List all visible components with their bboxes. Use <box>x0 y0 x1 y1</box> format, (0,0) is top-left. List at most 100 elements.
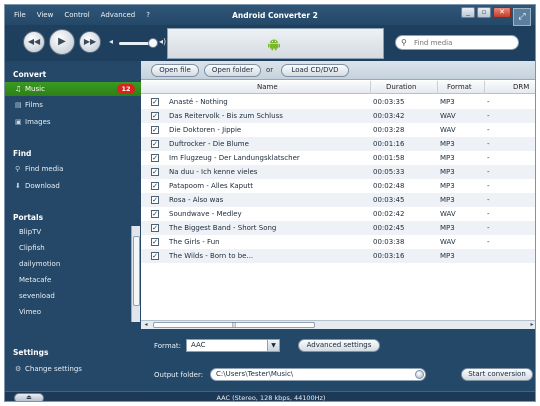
row-checkbox[interactable]: ✓ <box>151 98 159 106</box>
sidebar-item-films[interactable]: ▤ Films <box>5 98 141 112</box>
column-header-format[interactable]: Format <box>447 83 472 91</box>
portal-clipfish[interactable]: Clipfish <box>5 241 141 255</box>
table-row[interactable]: ✓ Im Flugzeug - Der Landungsklatscher 00:0… <box>141 151 535 165</box>
track-name: The Biggest Band - Short Song <box>169 224 277 232</box>
sidebar-section-settings: Settings <box>13 348 49 357</box>
row-checkbox[interactable]: ✓ <box>151 154 159 162</box>
film-icon: ▤ <box>15 101 22 109</box>
download-icon: ⬇ <box>15 182 21 190</box>
preview-screen <box>167 28 384 59</box>
portal-vimeo[interactable]: Vimeo <box>5 305 141 319</box>
row-checkbox[interactable]: ✓ <box>151 168 159 176</box>
advanced-settings-button[interactable]: Advanced settings <box>298 339 380 352</box>
column-header-duration[interactable]: Duration <box>386 83 416 91</box>
open-file-button[interactable]: Open file <box>151 64 199 77</box>
player-bar: ◀◀ ▶ ▶▶ ◂ ◂)) ⚲ <box>5 25 535 61</box>
table-row[interactable]: ✓ The Wilds - Born to be... 00:03:16 MP3 <box>141 249 535 263</box>
find-media-icon: ⚲ <box>15 165 21 173</box>
track-drm: - <box>487 224 490 232</box>
play-button[interactable]: ▶ <box>49 29 75 55</box>
table-row[interactable]: ✓ Soundwave - Medley 00:02:42 WAV - <box>141 207 535 221</box>
row-checkbox[interactable]: ✓ <box>151 182 159 190</box>
row-checkbox[interactable]: ✓ <box>151 112 159 120</box>
column-divider[interactable] <box>370 81 371 94</box>
search-input[interactable] <box>414 37 514 48</box>
output-folder-field[interactable]: C:\Users\Tester\Music\ <box>210 368 426 381</box>
track-drm: - <box>487 154 490 162</box>
sidebar: Convert ♫ Music 12 ▤ Films ▣ Images Find… <box>5 61 141 391</box>
table-row[interactable]: ✓ Das Reitervolk - Bis zum Schluss 00:03:4… <box>141 109 535 123</box>
toolbar-or-text: or <box>266 66 274 74</box>
column-header-name[interactable]: Name <box>257 83 278 91</box>
load-cd-button[interactable]: Load CD/DVD <box>281 64 349 77</box>
table-row[interactable]: ✓ Die Doktoren - Jippie 00:03:28 WAV - <box>141 123 535 137</box>
sidebar-section-find: Find <box>13 149 32 158</box>
row-checkbox[interactable]: ✓ <box>151 140 159 148</box>
row-checkbox[interactable]: ✓ <box>151 210 159 218</box>
row-checkbox[interactable]: ✓ <box>151 238 159 246</box>
track-name: The Girls - Fun <box>169 238 220 246</box>
column-divider[interactable] <box>484 81 485 94</box>
row-checkbox[interactable]: ✓ <box>151 224 159 232</box>
close-button[interactable]: ✕ <box>493 7 511 18</box>
start-conversion-button[interactable]: Start conversion <box>461 368 533 381</box>
track-format: MP3 <box>440 252 455 260</box>
track-format: MP3 <box>440 98 455 106</box>
track-duration: 00:01:58 <box>373 154 405 162</box>
table-row[interactable]: ✓ Patapoom - Alles Kaputt 00:02:48 MP3 - <box>141 179 535 193</box>
restore-button[interactable]: ▫ <box>477 7 491 18</box>
table-row[interactable]: ✓ The Biggest Band - Short Song 00:02:45 MP… <box>141 221 535 235</box>
output-folder-value: C:\Users\Tester\Music\ <box>216 370 294 378</box>
table-row[interactable]: ✓ Anasté - Nothing 00:03:35 MP3 - <box>141 95 535 109</box>
track-format: MP3 <box>440 140 455 148</box>
sidebar-item-change-settings[interactable]: ⚙ Change settings <box>5 362 141 376</box>
row-checkbox[interactable]: ✓ <box>151 252 159 260</box>
table-row[interactable]: ✓ Na duu - Ich kenne vieles 00:05:33 MP3 - <box>141 165 535 179</box>
track-format: MP3 <box>440 196 455 204</box>
table-row[interactable]: ✓ Duftrocker - Die Blume 00:01:16 MP3 - <box>141 137 535 151</box>
browse-folder-icon[interactable] <box>415 370 424 379</box>
portal-dailymotion[interactable]: dailymotion <box>5 257 141 271</box>
settings-icon: ⚙ <box>15 365 22 373</box>
track-duration: 00:03:35 <box>373 98 405 106</box>
track-name: Das Reitervolk - Bis zum Schluss <box>169 112 283 120</box>
column-divider[interactable] <box>437 81 438 94</box>
portals-scrollbar-thumb[interactable] <box>133 236 140 306</box>
minimize-button[interactable]: _ <box>461 7 475 18</box>
portal-bliptv[interactable]: BlipTV <box>5 225 141 239</box>
sidebar-item-images[interactable]: ▣ Images <box>5 115 141 129</box>
open-folder-button[interactable]: Open folder <box>204 64 261 77</box>
track-duration: 00:02:48 <box>373 182 405 190</box>
volume-slider-knob[interactable] <box>148 38 158 48</box>
sidebar-item-label: Films <box>25 101 43 109</box>
horizontal-scrollbar[interactable]: ◂ ||| ▸ <box>141 320 535 329</box>
column-header-drm[interactable]: DRM <box>513 83 529 91</box>
table-row[interactable]: ✓ Rosa - Also was 00:03:45 MP3 - <box>141 193 535 207</box>
track-name: The Wilds - Born to be... <box>169 252 254 260</box>
sidebar-item-find-media[interactable]: ⚲ Find media <box>5 162 141 176</box>
scroll-left-icon[interactable]: ◂ <box>141 321 151 329</box>
table-row[interactable]: ✓ The Girls - Fun 00:03:38 WAV - <box>141 235 535 249</box>
forward-button[interactable]: ▶▶ <box>79 31 101 53</box>
window-controls: _ ▫ ✕ <box>461 7 511 18</box>
portals-scrollbar[interactable] <box>131 226 140 322</box>
format-select[interactable]: AAC ▼ <box>186 339 280 352</box>
scroll-right-icon[interactable]: ▸ <box>527 321 535 329</box>
chevron-down-icon[interactable]: ▼ <box>267 340 279 351</box>
portal-metacafe[interactable]: Metacafe <box>5 273 141 287</box>
format-label: Format: <box>154 342 182 350</box>
horizontal-scrollbar-thumb[interactable]: ||| <box>153 322 315 328</box>
track-format: WAV <box>440 112 456 120</box>
rewind-button[interactable]: ◀◀ <box>23 31 45 53</box>
track-duration: 00:03:45 <box>373 196 405 204</box>
sidebar-item-music[interactable]: ♫ Music 12 <box>5 82 141 96</box>
portal-sevenload[interactable]: sevenload <box>5 289 141 303</box>
sidebar-item-download[interactable]: ⬇ Download <box>5 179 141 193</box>
sidebar-item-label: Change settings <box>25 365 82 373</box>
track-name: Rosa - Also was <box>169 196 224 204</box>
row-checkbox[interactable]: ✓ <box>151 196 159 204</box>
expand-icon[interactable]: ⤢ <box>513 8 531 26</box>
track-drm: - <box>487 210 490 218</box>
row-checkbox[interactable]: ✓ <box>151 126 159 134</box>
main-panel: Open file Open folder or Load CD/DVD Nam… <box>141 61 535 391</box>
